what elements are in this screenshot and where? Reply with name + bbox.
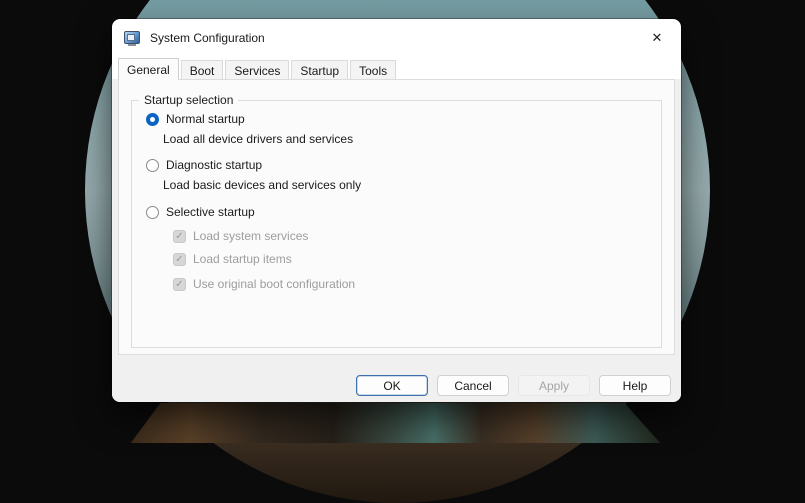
startup-selection-group: Startup selection Normal startup Load al… — [131, 93, 662, 348]
window-title: System Configuration — [150, 31, 265, 45]
tab-tools[interactable]: Tools — [350, 60, 397, 79]
group-title: Startup selection — [139, 93, 239, 107]
close-button[interactable]: ✕ — [646, 27, 668, 49]
radio-selected-icon — [146, 112, 159, 126]
checkbox-checked-disabled-icon: ✓ — [173, 277, 186, 291]
checkbox-use-original-boot-configuration-label: Use original boot configuration — [193, 277, 356, 291]
checkbox-load-startup-items-label: Load startup items — [193, 252, 292, 266]
checkbox-load-system-services-label: Load system services — [193, 229, 309, 243]
radio-normal-startup[interactable]: Normal startup — [146, 112, 661, 126]
tab-boot[interactable]: Boot — [180, 60, 224, 79]
normal-startup-description: Load all device drivers and services — [163, 132, 354, 146]
title-bar: System Configuration ✕ — [112, 19, 681, 57]
tab-services[interactable]: Services — [225, 60, 290, 79]
help-button[interactable]: Help — [599, 375, 671, 396]
diagnostic-startup-description: Load basic devices and services only — [163, 178, 362, 192]
checkbox-use-original-boot-configuration: ✓ Use original boot configuration — [173, 277, 661, 291]
checkbox-load-startup-items: ✓ Load startup items — [173, 252, 661, 266]
close-icon: ✕ — [651, 30, 663, 45]
dialog-button-row: OK Cancel Apply Help — [356, 375, 671, 396]
wallpaper-rocks — [130, 403, 661, 443]
radio-normal-startup-label: Normal startup — [166, 112, 245, 126]
radio-diagnostic-startup-label: Diagnostic startup — [166, 158, 263, 172]
radio-unselected-icon — [146, 205, 159, 219]
radio-selective-startup-label: Selective startup — [166, 205, 255, 219]
checkbox-checked-disabled-icon: ✓ — [173, 229, 186, 243]
cancel-button[interactable]: Cancel — [437, 375, 509, 396]
apply-button: Apply — [518, 375, 590, 396]
radio-selective-startup[interactable]: Selective startup — [146, 205, 661, 219]
checkbox-checked-disabled-icon: ✓ — [173, 252, 186, 266]
radio-diagnostic-startup[interactable]: Diagnostic startup — [146, 158, 661, 172]
ok-button[interactable]: OK — [356, 375, 428, 396]
general-tab-page: Startup selection Normal startup Load al… — [118, 79, 675, 355]
checkbox-load-system-services: ✓ Load system services — [173, 229, 661, 243]
radio-unselected-icon — [146, 158, 159, 172]
msconfig-icon — [124, 30, 140, 46]
system-configuration-window: System Configuration ✕ General Boot Serv… — [112, 19, 681, 402]
tab-general[interactable]: General — [118, 58, 179, 80]
tab-strip: General Boot Services Startup Tools — [118, 57, 398, 80]
tab-startup[interactable]: Startup — [291, 60, 349, 79]
